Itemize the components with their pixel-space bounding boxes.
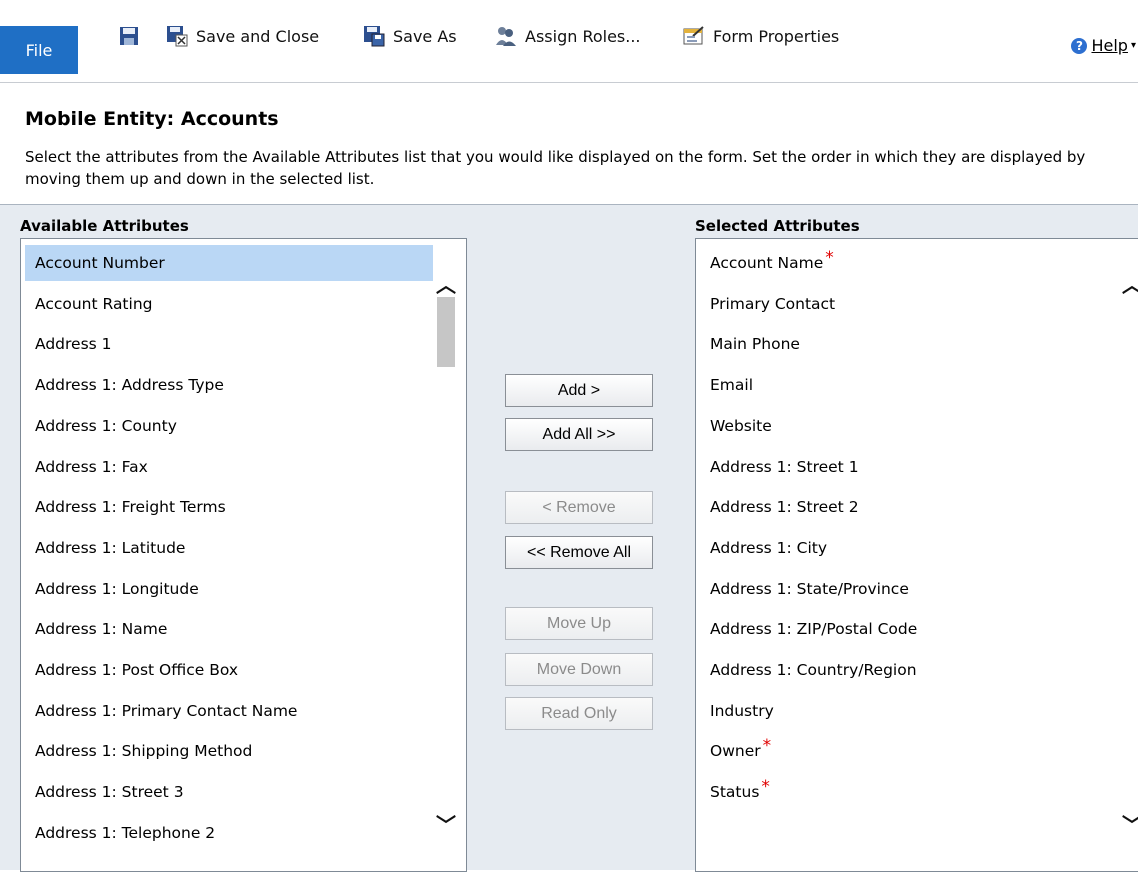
chevron-down-icon: ▾ <box>1130 40 1136 51</box>
required-marker: * <box>825 248 834 268</box>
list-item[interactable]: Address 1: Street 2 <box>710 489 859 525</box>
move-down-button[interactable]: Move Down <box>505 653 653 686</box>
list-item[interactable]: Email <box>710 367 753 403</box>
list-item[interactable]: Address 1: Address Type <box>35 367 224 403</box>
list-item[interactable]: Address 1: Freight Terms <box>35 489 226 525</box>
form-properties-button[interactable]: Form Properties <box>683 22 839 50</box>
list-item[interactable]: Primary Contact <box>710 286 835 322</box>
list-item-label: Industry <box>710 701 774 720</box>
list-item-label: Address 1: Country/Region <box>710 661 917 679</box>
list-item[interactable]: Industry <box>710 693 774 729</box>
list-item[interactable]: Address 1: Name <box>35 611 167 647</box>
list-item-label: Address 1: ZIP/Postal Code <box>710 620 918 639</box>
list-item-label: Account Name <box>710 254 824 272</box>
add-button[interactable]: Add > <box>505 374 653 407</box>
save-as-icon <box>363 25 385 47</box>
list-item[interactable]: Account Name * <box>710 245 834 281</box>
list-item-label: Primary Contact <box>710 294 836 313</box>
assign-roles-button[interactable]: Assign Roles... <box>495 22 641 50</box>
list-item[interactable]: Address 1: Telephone 2 <box>35 815 215 851</box>
remove-button[interactable]: < Remove <box>505 491 653 524</box>
add-all-button[interactable]: Add All >> <box>505 418 653 451</box>
list-item[interactable]: Address 1: Street 3 <box>35 774 184 810</box>
list-item[interactable]: Owner * <box>710 733 771 769</box>
users-icon <box>495 25 517 47</box>
list-item[interactable]: Address 1: Post Office Box <box>35 652 238 688</box>
list-item[interactable]: Address 1: State/Province <box>710 571 909 607</box>
list-item[interactable]: Main Phone <box>710 326 800 362</box>
file-tab[interactable]: File <box>0 26 78 74</box>
scroll-down-icon[interactable]: ﹀ <box>1120 809 1138 838</box>
list-item[interactable]: Address 1: Country/Region <box>710 652 917 688</box>
list-item-label: Address 1: City <box>710 538 828 557</box>
list-item[interactable]: Status * <box>710 774 770 810</box>
available-attributes-heading: Available Attributes <box>20 217 189 235</box>
form-properties-icon <box>683 25 705 47</box>
list-item-label: Owner <box>710 742 761 761</box>
form-properties-label: Form Properties <box>713 26 840 46</box>
list-item[interactable]: Address 1 <box>35 326 112 362</box>
list-item[interactable]: Address 1: ZIP/Postal Code <box>710 611 917 647</box>
list-item-label: Website <box>710 416 772 435</box>
list-item[interactable]: Address 1: Primary Contact Name <box>35 693 297 729</box>
save-and-close-label: Save and Close <box>196 26 320 46</box>
list-item-label: Main Phone <box>710 335 800 354</box>
list-item[interactable]: Account Rating <box>35 286 152 322</box>
ribbon-toolbar: File Save and Close Save As Assign Roles… <box>0 0 1138 83</box>
scroll-down-icon[interactable]: ﹀ <box>434 809 458 838</box>
remove-all-button[interactable]: << Remove All <box>505 536 653 569</box>
list-item-label: Email <box>710 376 754 395</box>
list-item-label: Address 1: State/Province <box>710 579 909 598</box>
list-item-label: Status <box>710 783 760 802</box>
available-attributes-list[interactable]: ︿ ﹀ Account Number Account Rating Address … <box>20 238 467 872</box>
list-item[interactable]: Address 1: Shipping Method <box>35 733 252 769</box>
selected-attributes-heading: Selected Attributes <box>695 217 860 235</box>
scrollbar-thumb[interactable] <box>437 297 455 367</box>
list-item[interactable]: Account Number <box>25 245 433 281</box>
save-and-close-button[interactable]: Save and Close <box>166 22 319 50</box>
list-item[interactable]: Address 1: Street 1 <box>710 449 859 485</box>
read-only-button[interactable]: Read Only <box>505 697 653 730</box>
assign-roles-label: Assign Roles... <box>525 26 641 46</box>
list-item[interactable]: Address 1: County <box>35 408 177 444</box>
list-item[interactable]: Address 1: City <box>710 530 827 566</box>
help-label: Help <box>1091 36 1128 55</box>
page-title: Mobile Entity: Accounts <box>25 108 279 130</box>
save-as-label: Save As <box>393 26 457 46</box>
required-marker: * <box>761 777 770 798</box>
scroll-up-icon[interactable]: ︿ <box>434 269 458 298</box>
save-as-button[interactable]: Save As <box>363 22 457 50</box>
save-icon <box>118 25 140 47</box>
list-item[interactable]: Address 1: Longitude <box>35 571 199 607</box>
help-icon: ? <box>1071 37 1088 54</box>
save-button[interactable] <box>118 22 148 50</box>
move-up-button[interactable]: Move Up <box>505 607 653 640</box>
attributes-panel: Available Attributes Selected Attributes… <box>0 204 1138 872</box>
list-item[interactable]: Address 1: Latitude <box>35 530 185 566</box>
list-item[interactable]: Address 1: Fax <box>35 449 148 485</box>
page-description: Select the attributes from the Available… <box>25 148 1086 188</box>
selected-attributes-list[interactable]: ︿ ﹀ Account Name*Primary ContactMain Pho… <box>695 238 1138 872</box>
list-item-label: Address 1: Street 2 <box>710 498 859 517</box>
list-item-label: Address 1: Street 1 <box>710 457 859 476</box>
list-item[interactable]: Website <box>710 408 772 444</box>
save-and-close-icon <box>166 25 188 47</box>
help-menu[interactable]: ? Help ▾ <box>1071 36 1136 55</box>
required-marker: * <box>762 736 772 757</box>
scroll-up-icon[interactable]: ︿ <box>1120 269 1138 298</box>
